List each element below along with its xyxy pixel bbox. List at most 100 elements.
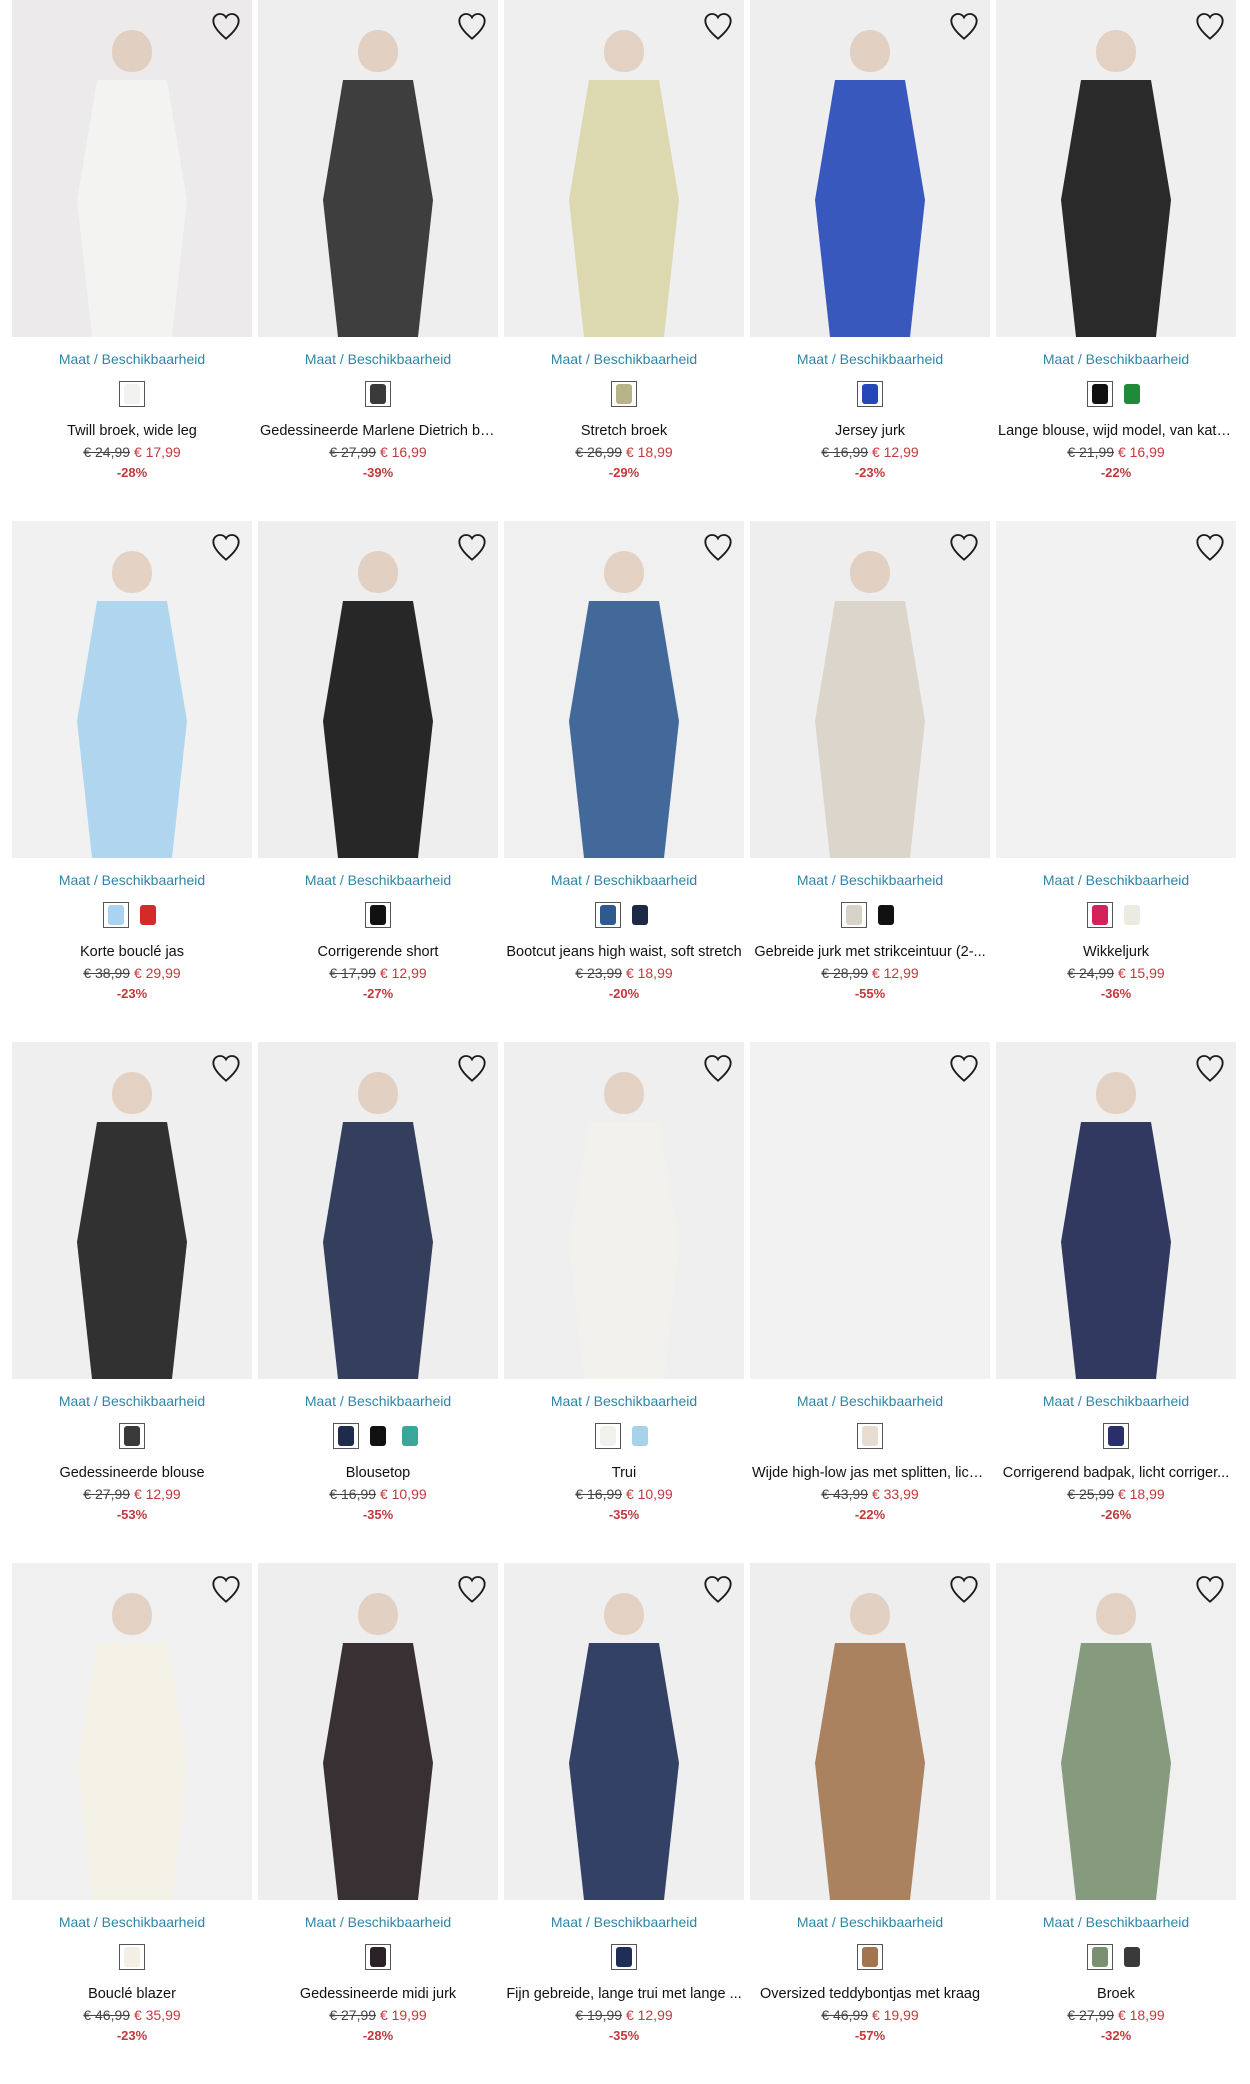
product-card[interactable]: Maat / Beschikbaarheid Stretch broek € 26,…: [504, 0, 744, 521]
color-swatch[interactable]: [365, 1944, 391, 1970]
color-swatch[interactable]: [365, 902, 391, 928]
product-name[interactable]: Gebreide jurk met strikceintuur (2-...: [750, 944, 990, 960]
product-card[interactable]: Maat / Beschikbaarheid Lange blouse, wijd…: [996, 0, 1236, 521]
size-availability-link[interactable]: Maat / Beschikbaarheid: [504, 1914, 744, 1930]
product-card[interactable]: Maat / Beschikbaarheid Fijn gebreide, lan…: [504, 1563, 744, 2084]
product-image[interactable]: [750, 521, 990, 858]
product-name[interactable]: Oversized teddybontjas met kraag: [750, 1986, 990, 2002]
wishlist-heart-icon[interactable]: [1192, 1571, 1228, 1607]
color-swatch[interactable]: [1119, 381, 1145, 407]
product-name[interactable]: Bootcut jeans high waist, soft stretch: [504, 944, 744, 960]
product-image[interactable]: [504, 521, 744, 858]
product-image[interactable]: [12, 0, 252, 337]
product-card[interactable]: Maat / Beschikbaarheid Bouclé blazer € 46,…: [12, 1563, 252, 2084]
wishlist-heart-icon[interactable]: [946, 1050, 982, 1086]
color-swatch[interactable]: [119, 1423, 145, 1449]
product-card[interactable]: Maat / Beschikbaarheid Blousetop € 16,99 €…: [258, 1042, 498, 1563]
color-swatch[interactable]: [611, 1944, 637, 1970]
color-swatch[interactable]: [119, 381, 145, 407]
size-availability-link[interactable]: Maat / Beschikbaarheid: [258, 1393, 498, 1409]
product-name[interactable]: Gedessineerde blouse: [12, 1465, 252, 1481]
color-swatch[interactable]: [397, 1423, 423, 1449]
product-name[interactable]: Broek: [996, 1986, 1236, 2002]
size-availability-link[interactable]: Maat / Beschikbaarheid: [750, 872, 990, 888]
size-availability-link[interactable]: Maat / Beschikbaarheid: [12, 351, 252, 367]
product-image[interactable]: [996, 1042, 1236, 1379]
size-availability-link[interactable]: Maat / Beschikbaarheid: [996, 872, 1236, 888]
size-availability-link[interactable]: Maat / Beschikbaarheid: [750, 351, 990, 367]
wishlist-heart-icon[interactable]: [946, 529, 982, 565]
wishlist-heart-icon[interactable]: [208, 1050, 244, 1086]
product-card[interactable]: Maat / Beschikbaarheid Corrigerend badpak…: [996, 1042, 1236, 1563]
color-swatch[interactable]: [1087, 381, 1113, 407]
product-name[interactable]: Trui: [504, 1465, 744, 1481]
color-swatch[interactable]: [873, 902, 899, 928]
color-swatch[interactable]: [119, 1944, 145, 1970]
color-swatch[interactable]: [1119, 902, 1145, 928]
product-card[interactable]: Maat / Beschikbaarheid Wikkeljurk € 24,99 …: [996, 521, 1236, 1042]
product-name[interactable]: Wijde high-low jas met splitten, lich...: [750, 1465, 990, 1481]
wishlist-heart-icon[interactable]: [700, 1050, 736, 1086]
product-image[interactable]: [258, 1563, 498, 1900]
product-name[interactable]: Jersey jurk: [750, 423, 990, 439]
product-image[interactable]: [12, 521, 252, 858]
product-card[interactable]: Maat / Beschikbaarheid Wijde high-low jas…: [750, 1042, 990, 1563]
size-availability-link[interactable]: Maat / Beschikbaarheid: [504, 351, 744, 367]
size-availability-link[interactable]: Maat / Beschikbaarheid: [996, 351, 1236, 367]
size-availability-link[interactable]: Maat / Beschikbaarheid: [750, 1393, 990, 1409]
product-image[interactable]: [750, 1563, 990, 1900]
wishlist-heart-icon[interactable]: [208, 1571, 244, 1607]
product-card[interactable]: Maat / Beschikbaarheid Oversized teddybon…: [750, 1563, 990, 2084]
wishlist-heart-icon[interactable]: [946, 8, 982, 44]
color-swatch[interactable]: [841, 902, 867, 928]
color-swatch[interactable]: [1087, 902, 1113, 928]
color-swatch[interactable]: [1103, 1423, 1129, 1449]
size-availability-link[interactable]: Maat / Beschikbaarheid: [12, 1393, 252, 1409]
product-card[interactable]: Maat / Beschikbaarheid Trui € 16,99 € 10,9…: [504, 1042, 744, 1563]
color-swatch[interactable]: [611, 381, 637, 407]
wishlist-heart-icon[interactable]: [454, 8, 490, 44]
color-swatch[interactable]: [857, 1423, 883, 1449]
color-swatch[interactable]: [595, 902, 621, 928]
wishlist-heart-icon[interactable]: [454, 1571, 490, 1607]
size-availability-link[interactable]: Maat / Beschikbaarheid: [750, 1914, 990, 1930]
product-name[interactable]: Blousetop: [258, 1465, 498, 1481]
color-swatch[interactable]: [627, 902, 653, 928]
size-availability-link[interactable]: Maat / Beschikbaarheid: [996, 1914, 1236, 1930]
product-image[interactable]: [504, 1042, 744, 1379]
product-name[interactable]: Lange blouse, wijd model, van katoen: [996, 423, 1236, 439]
size-availability-link[interactable]: Maat / Beschikbaarheid: [258, 1914, 498, 1930]
color-swatch[interactable]: [365, 381, 391, 407]
product-card[interactable]: Maat / Beschikbaarheid Gedessineerde Marl…: [258, 0, 498, 521]
color-swatch[interactable]: [333, 1423, 359, 1449]
product-image[interactable]: [258, 0, 498, 337]
product-name[interactable]: Fijn gebreide, lange trui met lange ...: [504, 1986, 744, 2002]
wishlist-heart-icon[interactable]: [700, 1571, 736, 1607]
product-card[interactable]: Maat / Beschikbaarheid Bootcut jeans high…: [504, 521, 744, 1042]
size-availability-link[interactable]: Maat / Beschikbaarheid: [504, 872, 744, 888]
wishlist-heart-icon[interactable]: [1192, 529, 1228, 565]
product-image[interactable]: [750, 1042, 990, 1379]
size-availability-link[interactable]: Maat / Beschikbaarheid: [258, 872, 498, 888]
product-card[interactable]: Maat / Beschikbaarheid Gedessineerde blou…: [12, 1042, 252, 1563]
product-image[interactable]: [12, 1042, 252, 1379]
product-name[interactable]: Gedessineerde Marlene Dietrich br...: [258, 423, 498, 439]
product-image[interactable]: [750, 0, 990, 337]
color-swatch[interactable]: [135, 902, 161, 928]
product-image[interactable]: [504, 1563, 744, 1900]
wishlist-heart-icon[interactable]: [454, 1050, 490, 1086]
product-card[interactable]: Maat / Beschikbaarheid Broek € 27,99 € 18,…: [996, 1563, 1236, 2084]
size-availability-link[interactable]: Maat / Beschikbaarheid: [12, 1914, 252, 1930]
product-image[interactable]: [12, 1563, 252, 1900]
product-image[interactable]: [258, 521, 498, 858]
product-name[interactable]: Gedessineerde midi jurk: [258, 1986, 498, 2002]
product-name[interactable]: Twill broek, wide leg: [12, 423, 252, 439]
wishlist-heart-icon[interactable]: [1192, 1050, 1228, 1086]
wishlist-heart-icon[interactable]: [700, 529, 736, 565]
product-image[interactable]: [996, 521, 1236, 858]
wishlist-heart-icon[interactable]: [700, 8, 736, 44]
wishlist-heart-icon[interactable]: [454, 529, 490, 565]
product-card[interactable]: Maat / Beschikbaarheid Jersey jurk € 16,99…: [750, 0, 990, 521]
product-name[interactable]: Corrigerende short: [258, 944, 498, 960]
size-availability-link[interactable]: Maat / Beschikbaarheid: [12, 872, 252, 888]
